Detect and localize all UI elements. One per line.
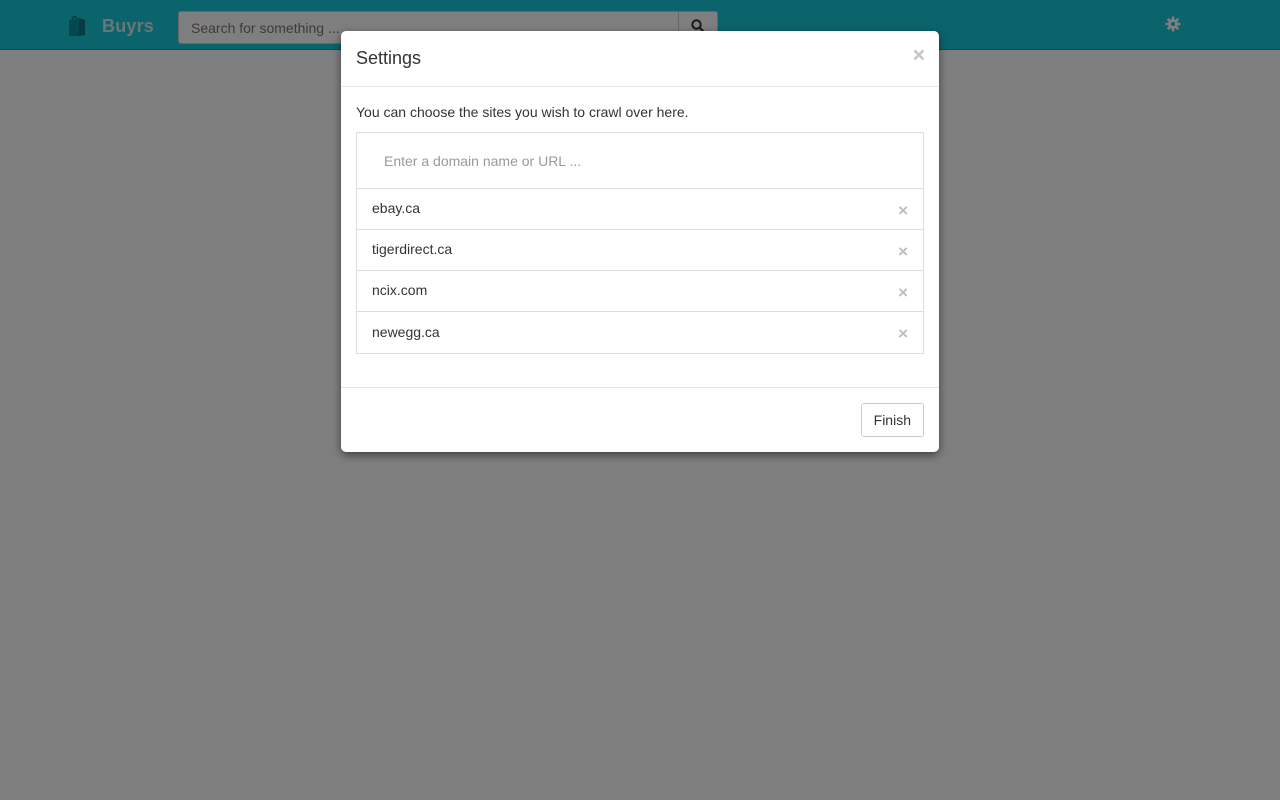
- finish-button[interactable]: Finish: [860, 403, 924, 437]
- domain-input-row: [357, 133, 923, 189]
- list-item: ncix.com ×: [357, 271, 923, 312]
- site-list: ebay.ca × tigerdirect.ca × ncix.com × ne…: [356, 132, 924, 354]
- close-icon[interactable]: ×: [913, 45, 925, 66]
- list-item: tigerdirect.ca ×: [357, 230, 923, 271]
- modal-description: You can choose the sites you wish to cra…: [356, 104, 689, 120]
- remove-icon[interactable]: ×: [898, 284, 908, 301]
- modal-header: Settings ×: [341, 31, 939, 87]
- site-label: tigerdirect.ca: [372, 241, 453, 257]
- modal-title: Settings: [356, 48, 422, 68]
- modal-body: You can choose the sites you wish to cra…: [356, 87, 924, 354]
- site-label: newegg.ca: [372, 323, 440, 340]
- remove-icon[interactable]: ×: [898, 243, 908, 260]
- site-label: ncix.com: [372, 282, 428, 298]
- remove-icon[interactable]: ×: [898, 325, 908, 342]
- list-item: ebay.ca ×: [357, 189, 923, 230]
- remove-icon[interactable]: ×: [898, 202, 908, 219]
- modal-footer: Finish: [341, 387, 939, 452]
- app: Buyrs: [0, 0, 1280, 800]
- site-label: ebay.ca: [372, 200, 420, 216]
- settings-modal: Settings × You can choose the sites you …: [341, 31, 939, 452]
- list-item: newegg.ca ×: [357, 312, 923, 353]
- domain-input[interactable]: [357, 133, 923, 188]
